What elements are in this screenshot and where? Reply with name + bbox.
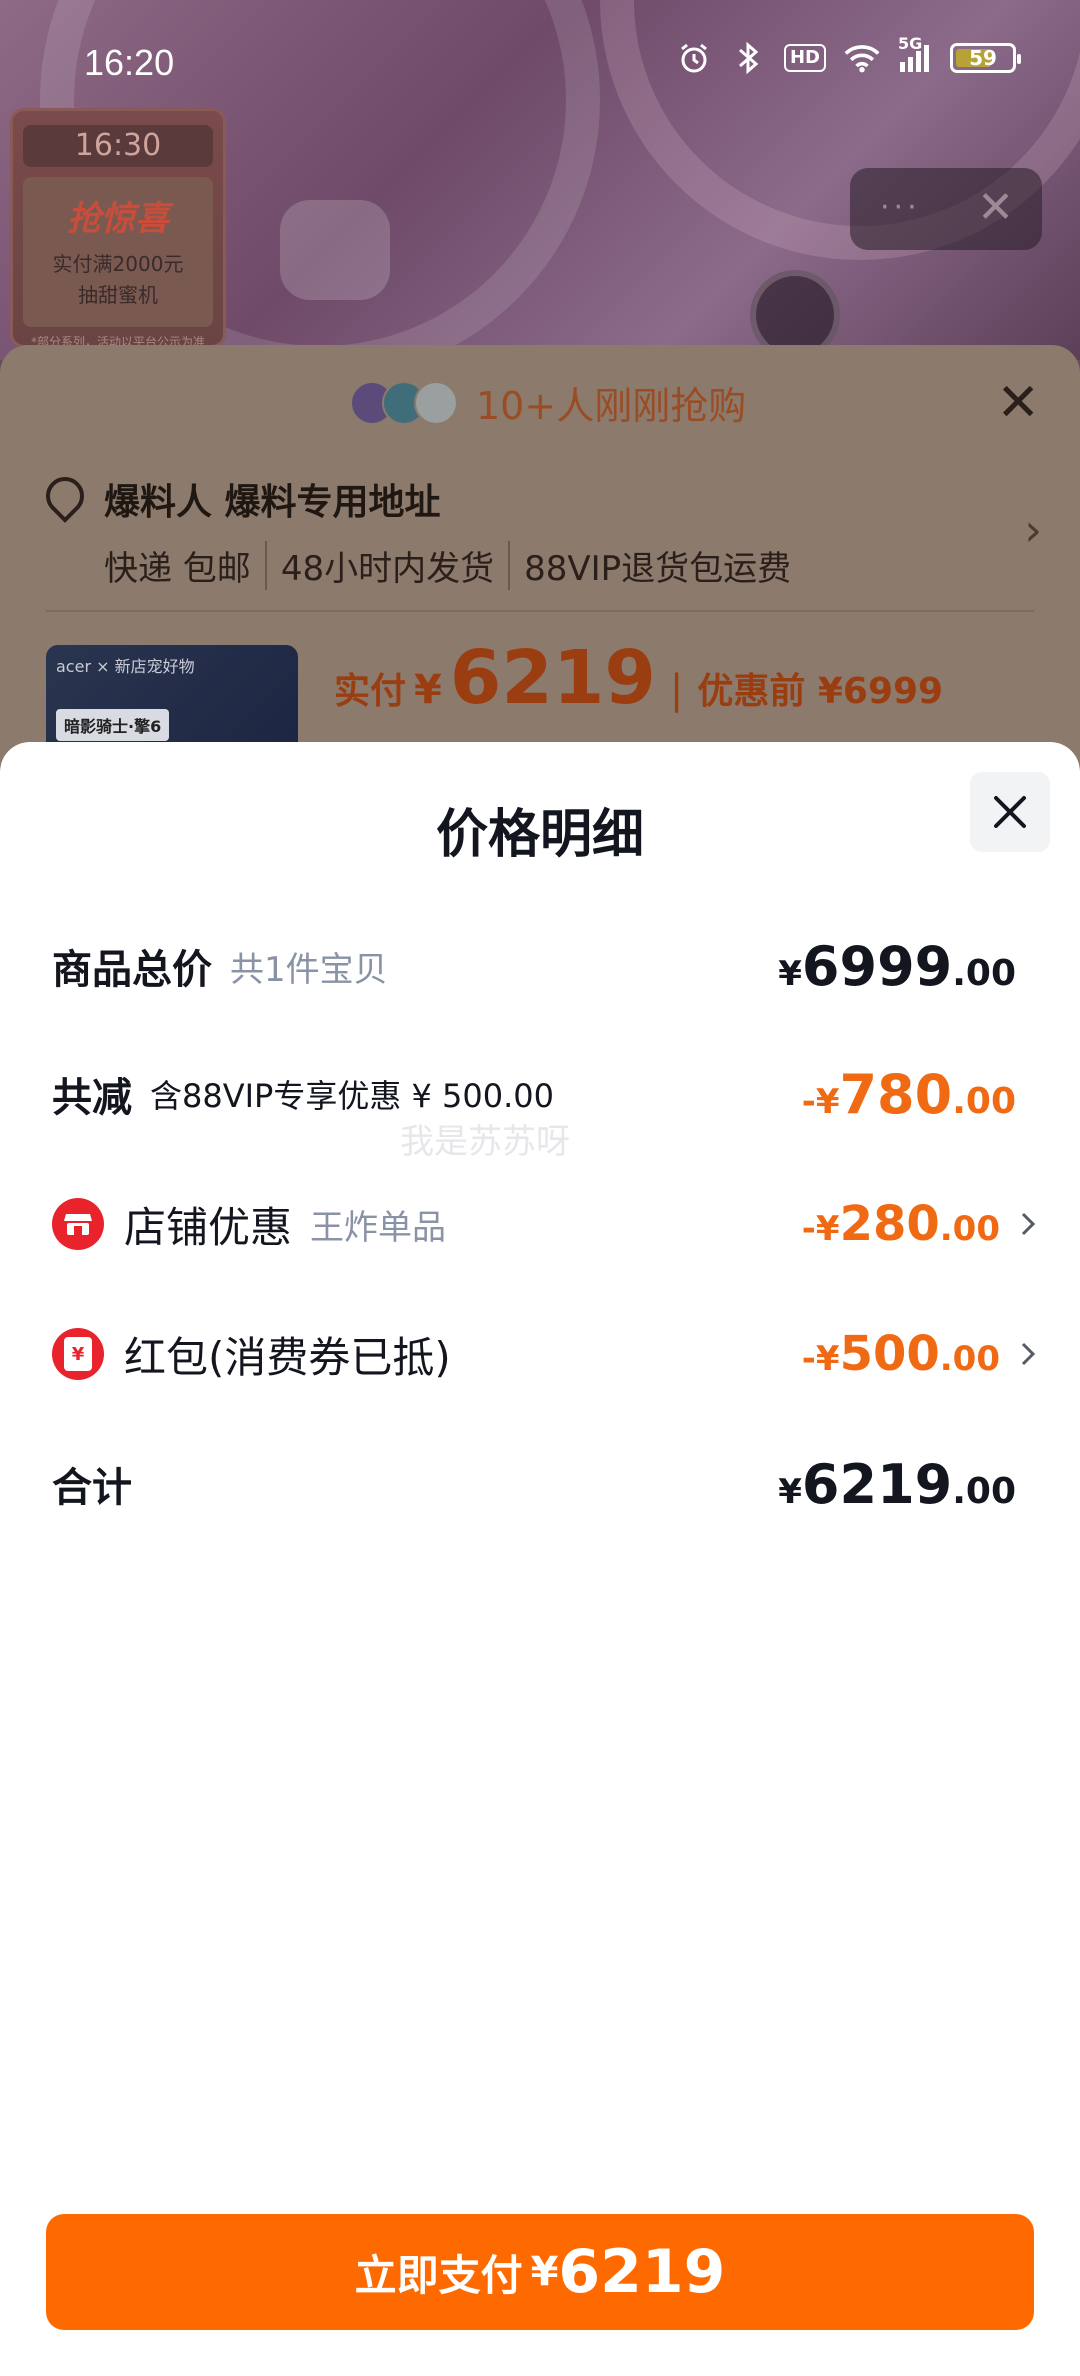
amount-int: 6999 xyxy=(801,934,953,998)
currency: ¥ xyxy=(778,953,802,994)
amount-dec: .00 xyxy=(939,1209,1000,1249)
avatar xyxy=(414,380,458,425)
promo-content: 抢惊喜 实付满2000元 抽甜蜜机 xyxy=(23,177,213,327)
amount-dec: .00 xyxy=(952,952,1016,994)
currency: ¥ xyxy=(778,1471,802,1512)
currency: ¥ xyxy=(414,667,442,713)
product-badge: 暗影骑士·擎6 xyxy=(56,709,170,741)
amount-int: 780 xyxy=(839,1062,953,1126)
amount-dec: .00 xyxy=(952,1470,1016,1512)
mini-program-capsule: ··· ✕ xyxy=(850,168,1042,250)
actual-price: 6219 xyxy=(449,635,656,721)
discount-label: 共减 xyxy=(52,1075,132,1121)
sum-label: 合计 xyxy=(52,1465,132,1511)
order-sheet: 10+人刚刚抢购 ✕ 爆料人 爆料专用地址 快递 包邮 48小时内发货 88VI… xyxy=(0,345,1080,785)
location-icon xyxy=(38,469,92,523)
pay-amount: 6219 xyxy=(558,2237,726,2307)
buyers-text: 10+人刚刚抢购 xyxy=(476,384,747,428)
alarm-icon xyxy=(676,40,712,76)
item-count-note: 共1件宝贝 xyxy=(230,949,388,990)
chevron-right-icon xyxy=(1021,1342,1036,1366)
divider xyxy=(46,610,1034,612)
close-button[interactable] xyxy=(970,772,1050,852)
delivery-tags: 快递 包邮 48小时内发货 88VIP退货包运费 xyxy=(104,541,805,590)
bluetooth-icon xyxy=(730,40,766,76)
store-discount-note: 王炸单品 xyxy=(310,1207,447,1248)
close-icon[interactable]: ✕ xyxy=(977,182,1014,233)
amount-dec: .00 xyxy=(939,1339,1000,1379)
chevron-right-icon xyxy=(1021,1212,1036,1236)
store-discount-amount: -¥ 280 .00 xyxy=(802,1196,1000,1252)
actual-label: 实付 xyxy=(334,671,407,712)
discount-desc: 含88VIP专享优惠 ¥ 500.00 xyxy=(150,1077,555,1115)
hd-icon: HD xyxy=(783,44,826,72)
product-brand: acer × 新店宠好物 xyxy=(56,657,195,676)
delivery-tag: 48小时内发货 xyxy=(267,541,511,590)
battery-icon: 59 xyxy=(950,43,1021,73)
signal-icon: 5G xyxy=(898,34,932,76)
status-bar: 16:20 HD 5G 59 xyxy=(0,0,1080,120)
red-packet-icon: ¥ xyxy=(52,1328,104,1380)
before-price: 优惠前 ¥6999 xyxy=(697,671,944,712)
status-icons: HD 5G 59 xyxy=(676,34,1021,76)
red-packet-glyph: ¥ xyxy=(64,1337,92,1371)
sum-amount: ¥ 6219 .00 xyxy=(778,1453,1016,1516)
wifi-icon xyxy=(844,40,880,76)
pay-label: 立即支付 xyxy=(354,2250,523,2300)
store-discount-label: 店铺优惠 xyxy=(124,1202,293,1252)
promo-time: 16:30 xyxy=(23,125,213,167)
sheet-title: 价格明细 xyxy=(435,805,644,865)
promo-line2: 抽甜蜜机 xyxy=(78,283,158,307)
order-close-icon[interactable]: ✕ xyxy=(996,373,1040,433)
promo-line1: 实付满2000元 xyxy=(52,252,184,276)
total-price-amount: ¥ 6999 .00 xyxy=(778,935,1016,998)
product-price: 实付 ¥ 6219 | 优惠前 ¥6999 xyxy=(334,635,943,721)
row-total-price: 商品总价 共1件宝贝 ¥ 6999 .00 xyxy=(52,926,1016,1006)
chevron-right-icon[interactable]: › xyxy=(1024,505,1042,556)
amount-int: 6219 xyxy=(801,1452,953,1516)
delivery-tag: 88VIP退货包运费 xyxy=(524,549,792,589)
red-packet-amount: -¥ 500 .00 xyxy=(802,1326,1000,1382)
pay-now-button[interactable]: 立即支付 ¥ 6219 xyxy=(46,2214,1034,2330)
amount-int: 500 xyxy=(839,1326,940,1382)
currency: -¥ xyxy=(801,1339,840,1379)
currency: -¥ xyxy=(801,1081,840,1122)
discount-amount: -¥ 780 .00 xyxy=(802,1063,1016,1126)
watermark: 我是苏苏呀 xyxy=(400,1122,570,1162)
pay-currency: ¥ xyxy=(530,2249,559,2295)
earbuds-image xyxy=(280,200,390,300)
store-icon xyxy=(52,1198,104,1250)
more-icon[interactable]: ··· xyxy=(880,190,921,225)
red-packet-label: 红包(消费券已抵) xyxy=(124,1332,451,1382)
status-time: 16:20 xyxy=(84,42,175,83)
promo-card[interactable]: 16:30 抢惊喜 实付满2000元 抽甜蜜机 *部分系列，活动以平台公示为准 xyxy=(10,108,226,348)
total-price-label: 商品总价 xyxy=(52,947,212,993)
row-red-packet[interactable]: ¥ 红包(消费券已抵) -¥ 500 .00 xyxy=(52,1314,1042,1394)
currency: -¥ xyxy=(801,1209,840,1249)
amount-dec: .00 xyxy=(952,1080,1016,1122)
recent-buyers: 10+人刚刚抢购 xyxy=(350,375,746,430)
row-sum: 合计 ¥ 6219 .00 xyxy=(52,1444,1016,1524)
promo-title: 抢惊喜 xyxy=(67,199,169,239)
battery-level: 59 xyxy=(969,46,997,70)
row-store-discount[interactable]: 店铺优惠 王炸单品 -¥ 280 .00 xyxy=(52,1184,1042,1264)
separator: | xyxy=(669,667,684,713)
amount-int: 280 xyxy=(839,1196,940,1252)
close-icon xyxy=(994,796,1026,828)
network-label: 5G xyxy=(898,34,923,53)
delivery-tag: 快递 包邮 xyxy=(104,541,267,590)
price-detail-sheet: 价格明细 商品总价 共1件宝贝 ¥ 6999 .00 共减 含88VIP专享优惠… xyxy=(0,742,1080,2376)
address-title[interactable]: 爆料人 爆料专用地址 xyxy=(104,473,441,525)
